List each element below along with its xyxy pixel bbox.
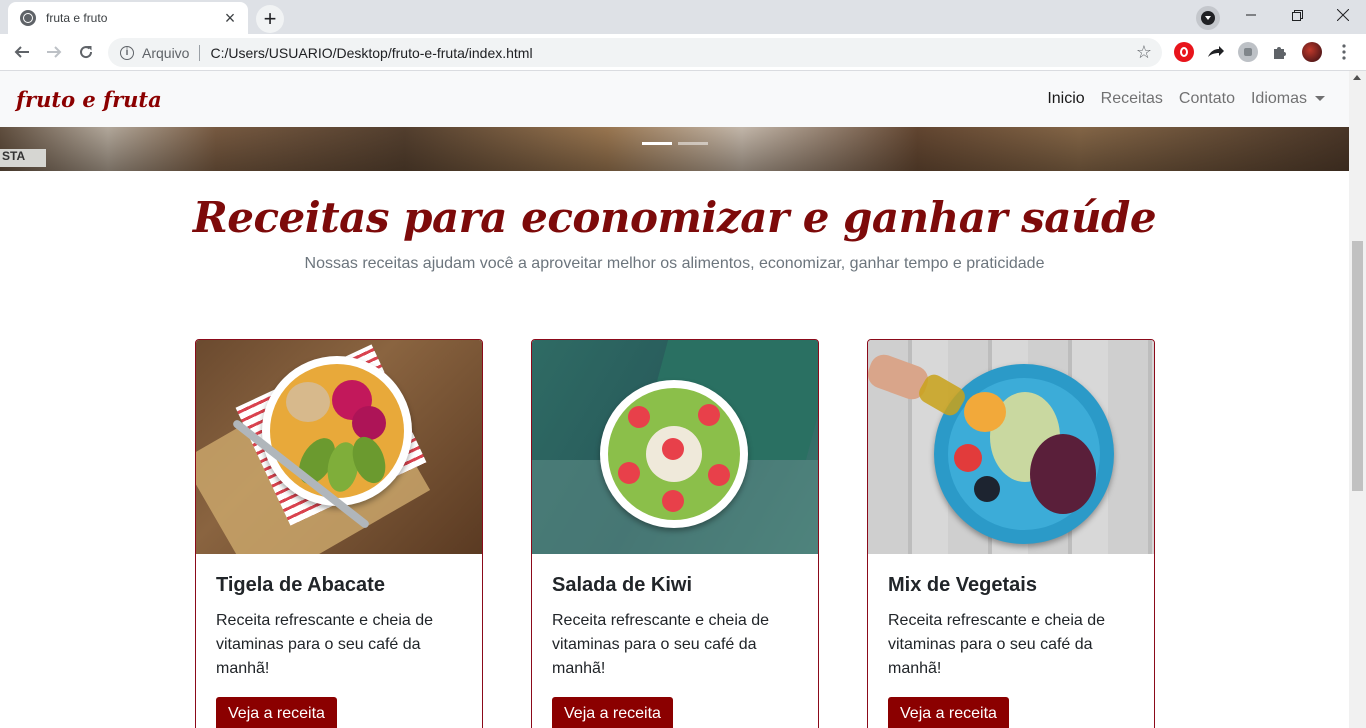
card-body: Mix de Vegetais Receita refrescante e ch… [868, 554, 1154, 728]
carousel-sign: STA [0, 149, 46, 167]
recipe-card: Mix de Vegetais Receita refrescante e ch… [867, 339, 1155, 728]
vegetable-mix-image [868, 340, 1154, 554]
bookmark-star-icon[interactable]: ☆ [1136, 42, 1152, 63]
carousel-indicator-1[interactable] [642, 142, 672, 145]
browser-tab[interactable]: fruta e fruto × [8, 2, 248, 34]
view-recipe-button[interactable]: Veja a receita [216, 697, 337, 728]
kiwi-salad-image [532, 340, 818, 554]
menu-kebab-icon[interactable] [1334, 42, 1354, 62]
brand-logo[interactable]: fruto e fruta [16, 87, 162, 112]
forward-icon[interactable] [42, 40, 66, 64]
card-body: Tigela de Abacate Receita refrescante e … [196, 554, 482, 728]
page-viewport: fruto e fruta Inicio Receitas Contato Id… [0, 71, 1366, 728]
back-icon[interactable] [10, 40, 34, 64]
url-text[interactable]: C:/Users/USUARIO/Desktop/fruto-e-fruta/i… [210, 45, 1135, 61]
nav-link-receitas[interactable]: Receitas [1093, 90, 1171, 108]
nav-link-contato[interactable]: Contato [1171, 90, 1243, 108]
profile-avatar[interactable] [1302, 42, 1322, 62]
view-recipe-button[interactable]: Veja a receita [888, 697, 1009, 728]
extension-icon[interactable] [1238, 42, 1258, 62]
section-title: Receitas para economizar e ganhar saúde [192, 193, 1157, 242]
card-text: Receita refrescante e cheia de vitaminas… [216, 612, 434, 677]
nav-links: Inicio Receitas Contato Idiomas [1039, 90, 1333, 108]
carousel-indicators [642, 142, 708, 145]
scroll-up-arrow-icon[interactable] [1353, 75, 1361, 80]
nav-dropdown-idiomas[interactable]: Idiomas [1243, 90, 1333, 108]
share-arrow-icon[interactable] [1206, 42, 1226, 62]
section-subtitle: Nossas receitas ajudam você a aproveitar… [304, 255, 1045, 272]
hero-carousel: STA [0, 127, 1349, 171]
card-title: Mix de Vegetais [888, 574, 1037, 596]
reload-icon[interactable] [74, 40, 98, 64]
globe-icon [20, 10, 36, 26]
carousel-indicator-2[interactable] [678, 142, 708, 145]
avocado-bowl-image [196, 340, 482, 554]
new-tab-button[interactable]: + [256, 5, 284, 33]
site-navbar: fruto e fruta Inicio Receitas Contato Id… [0, 71, 1349, 127]
page-scrollbar[interactable] [1349, 71, 1366, 728]
nav-link-inicio[interactable]: Inicio [1039, 90, 1092, 108]
opera-extension-icon[interactable] [1174, 42, 1194, 62]
caret-down-icon [1315, 96, 1325, 102]
tab-title: fruta e fruto [46, 11, 108, 25]
carousel-image [0, 127, 1349, 171]
puzzle-icon[interactable] [1270, 42, 1290, 62]
nav-dropdown-label: Idiomas [1250, 90, 1307, 107]
card-text: Receita refrescante e cheia de vitaminas… [552, 612, 770, 677]
restore-button[interactable] [1274, 0, 1320, 30]
browser-tabbar: fruta e fruto × + [0, 0, 1366, 34]
scrollbar-thumb[interactable] [1352, 241, 1363, 491]
minimize-button[interactable] [1228, 0, 1274, 30]
recipe-card: Salada de Kiwi Receita refrescante e che… [531, 339, 819, 728]
card-text: Receita refrescante e cheia de vitaminas… [888, 612, 1106, 677]
browser-toolbar: i Arquivo C:/Users/USUARIO/Desktop/fruto… [0, 34, 1366, 71]
tab-search-button[interactable] [1196, 6, 1220, 30]
view-recipe-button[interactable]: Veja a receita [552, 697, 673, 728]
close-tab-icon[interactable]: × [222, 9, 238, 27]
info-icon[interactable]: i [120, 45, 134, 60]
address-bar[interactable]: i Arquivo C:/Users/USUARIO/Desktop/fruto… [108, 38, 1162, 67]
recipe-card: Tigela de Abacate Receita refrescante e … [195, 339, 483, 728]
card-title: Tigela de Abacate [216, 574, 385, 596]
card-body: Salada de Kiwi Receita refrescante e che… [532, 554, 818, 728]
url-scheme-label: Arquivo [142, 44, 190, 61]
close-window-button[interactable] [1320, 0, 1366, 30]
omnibox-divider [199, 44, 201, 61]
card-title: Salada de Kiwi [552, 574, 693, 596]
